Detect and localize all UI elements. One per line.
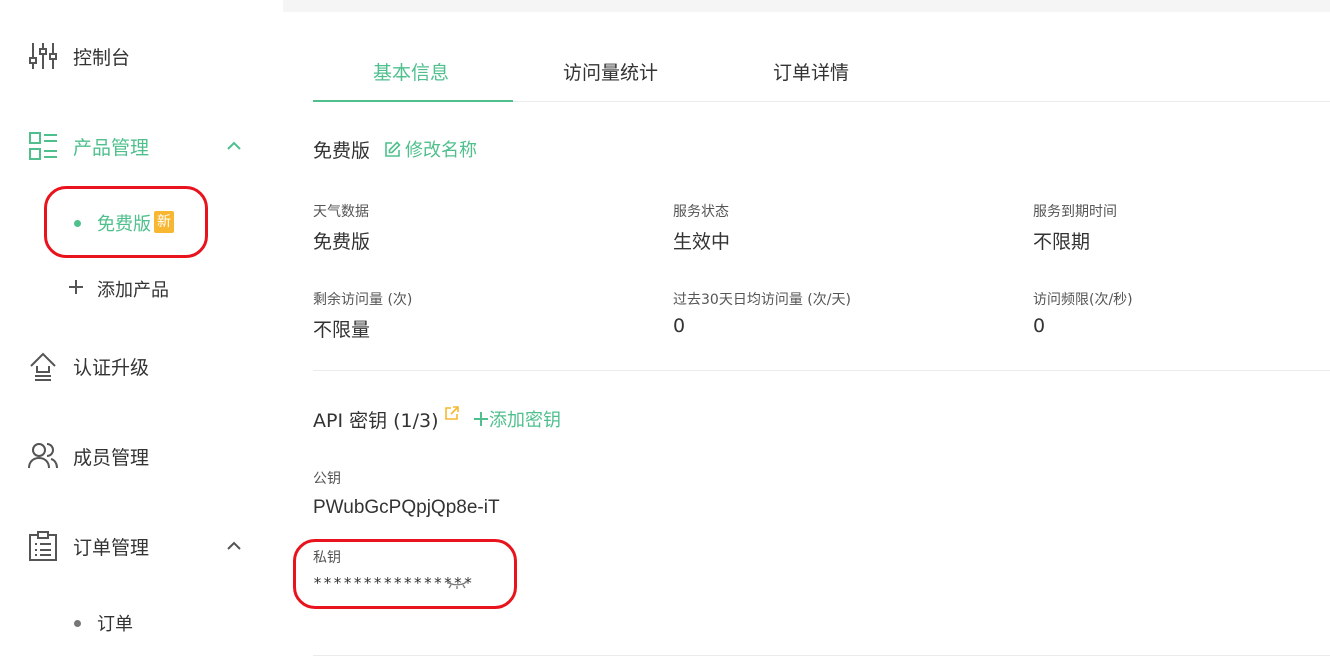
sidebar-item-label: 认证升级 xyxy=(73,356,150,379)
stat-label: 服务到期时间 xyxy=(1033,204,1117,220)
external-link-icon[interactable] xyxy=(445,405,459,420)
tab-basic-info[interactable]: 基本信息 xyxy=(373,58,449,85)
sidebar-item-label: 订单管理 xyxy=(73,536,150,559)
plus-icon xyxy=(67,278,85,301)
bullet-icon xyxy=(74,619,81,627)
tab-bar: 基本信息 访问量统计 订单详情 xyxy=(313,40,1330,102)
sidebar-subitem-label: 添加产品 xyxy=(97,280,169,301)
clipboard-icon xyxy=(26,529,60,563)
sidebar-subitem-orders[interactable]: 订单 xyxy=(0,605,283,641)
tab-traffic-stats[interactable]: 访问量统计 xyxy=(563,58,658,85)
public-key-value: PWubGcPQpjQp8e-iT xyxy=(313,497,500,518)
stat-value: 不限期 xyxy=(1033,231,1091,253)
stat-value: 生效中 xyxy=(673,231,731,253)
sliders-icon xyxy=(26,39,60,73)
sidebar-item-console[interactable]: 控制台 xyxy=(0,36,283,76)
stat-label: 剩余访问量 (次) xyxy=(313,292,413,308)
plan-name: 免费版 xyxy=(313,140,371,162)
users-icon xyxy=(26,439,60,473)
edit-icon xyxy=(385,140,401,157)
rename-label: 修改名称 xyxy=(405,140,477,161)
sidebar-item-label: 控制台 xyxy=(73,46,131,69)
stat-value: 0 xyxy=(673,315,686,337)
main-panel: 基本信息 访问量统计 订单详情 免费版 修改名称 天气数据 免费版 服务状态 生… xyxy=(283,12,1330,666)
stat-label: 天气数据 xyxy=(313,204,369,220)
stat-value: 0 xyxy=(1033,315,1046,337)
tab-order-details[interactable]: 订单详情 xyxy=(773,58,849,85)
sidebar-item-verification-upgrade[interactable]: 认证升级 xyxy=(0,346,283,386)
sidebar: 控制台 产品管理 免费版 新 添加产品 认证升级 成员管理 订单管理 订单 xyxy=(0,0,283,666)
layout-icon xyxy=(26,129,60,163)
rename-link[interactable]: 修改名称 xyxy=(384,136,477,162)
divider xyxy=(313,655,1330,656)
add-key-button[interactable]: 添加密钥 xyxy=(473,406,561,432)
chevron-up-icon[interactable] xyxy=(224,536,244,556)
stat-label: 访问频限(次/秒) xyxy=(1033,292,1133,308)
divider xyxy=(313,370,1330,371)
stat-label: 服务状态 xyxy=(673,204,729,220)
sidebar-subitem-add-product[interactable]: 添加产品 xyxy=(0,271,283,307)
stat-value: 免费版 xyxy=(313,231,371,253)
sidebar-item-product-management[interactable]: 产品管理 xyxy=(0,126,283,166)
stat-label: 过去30天日均访问量 (次/天) xyxy=(673,292,851,308)
stat-value: 不限量 xyxy=(313,319,371,341)
active-tab-indicator xyxy=(313,100,513,102)
annotation-oval xyxy=(293,539,517,609)
sidebar-item-label: 产品管理 xyxy=(73,136,150,159)
sidebar-subitem-label: 订单 xyxy=(97,614,133,635)
annotation-oval xyxy=(44,186,208,258)
chevron-up-icon[interactable] xyxy=(224,136,244,156)
plus-icon xyxy=(474,412,488,426)
public-key-label: 公钥 xyxy=(313,471,341,487)
api-keys-title: API 密钥 (1/3) xyxy=(313,410,439,432)
sidebar-item-member-management[interactable]: 成员管理 xyxy=(0,436,283,476)
upgrade-icon xyxy=(26,349,60,383)
add-key-label: 添加密钥 xyxy=(489,410,561,431)
sidebar-item-label: 成员管理 xyxy=(73,446,150,469)
sidebar-item-order-management[interactable]: 订单管理 xyxy=(0,526,283,566)
